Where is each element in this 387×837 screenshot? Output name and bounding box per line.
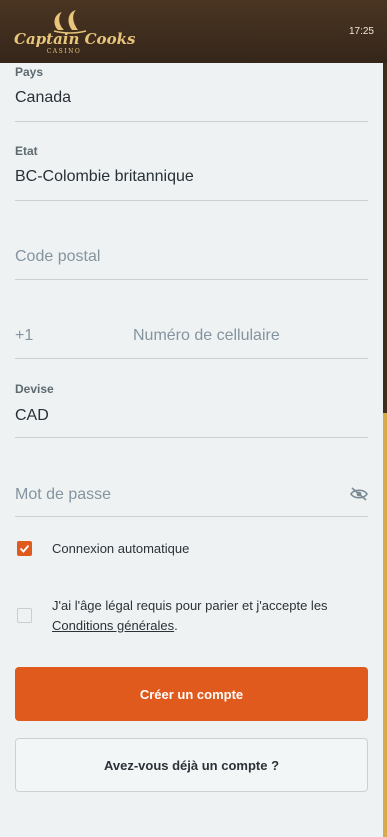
state-value: BC-Colombie britannique — [15, 168, 194, 185]
captain-cooks-logo[interactable]: Captain Cooks CASINO — [14, 8, 136, 58]
auto-login-checkbox[interactable] — [17, 541, 32, 556]
postal-code-placeholder: Code postal — [15, 248, 101, 265]
scrollbar-thumb[interactable] — [383, 63, 387, 413]
logo-subtext: CASINO — [46, 48, 82, 55]
terms-text: J'ai l'âge légal requis pour parier et j… — [52, 598, 328, 613]
password-input[interactable]: Mot de passe — [15, 438, 368, 517]
currency-value: CAD — [15, 407, 49, 424]
phone-prefix[interactable]: +1 — [15, 327, 33, 345]
postal-code-input[interactable]: Code postal — [15, 201, 368, 280]
scrollbar[interactable] — [383, 63, 387, 837]
already-have-account-button[interactable]: Avez-vous déjà un compte ? — [15, 738, 368, 792]
clock: 17:25 — [348, 26, 374, 37]
checkmark-icon — [19, 544, 30, 553]
create-account-button[interactable]: Créer un compte — [15, 667, 368, 721]
currency-select[interactable]: Devise CAD — [15, 359, 368, 438]
terms-conditions-link[interactable]: Conditions générales — [52, 618, 174, 633]
top-bar: Captain Cooks CASINO 17:25 — [0, 0, 387, 63]
auto-login-label[interactable]: Connexion automatique — [52, 539, 189, 559]
eye-off-icon[interactable] — [350, 487, 368, 501]
state-label: Etat — [15, 144, 38, 158]
currency-label: Devise — [15, 382, 54, 396]
state-select[interactable]: Etat BC-Colombie britannique — [15, 122, 368, 201]
logo-text: Captain Cooks — [14, 30, 136, 48]
country-select[interactable]: Pays Canada — [15, 63, 368, 122]
terms-checkbox[interactable] — [17, 608, 32, 623]
phone-input[interactable]: +1 Numéro de cellulaire — [15, 280, 368, 359]
password-placeholder: Mot de passe — [15, 486, 112, 503]
country-label: Pays — [15, 65, 44, 79]
terms-label: J'ai l'âge légal requis pour parier et j… — [52, 596, 352, 636]
country-value: Canada — [15, 89, 72, 106]
phone-placeholder: Numéro de cellulaire — [133, 327, 280, 344]
terms-suffix: . — [174, 618, 178, 633]
